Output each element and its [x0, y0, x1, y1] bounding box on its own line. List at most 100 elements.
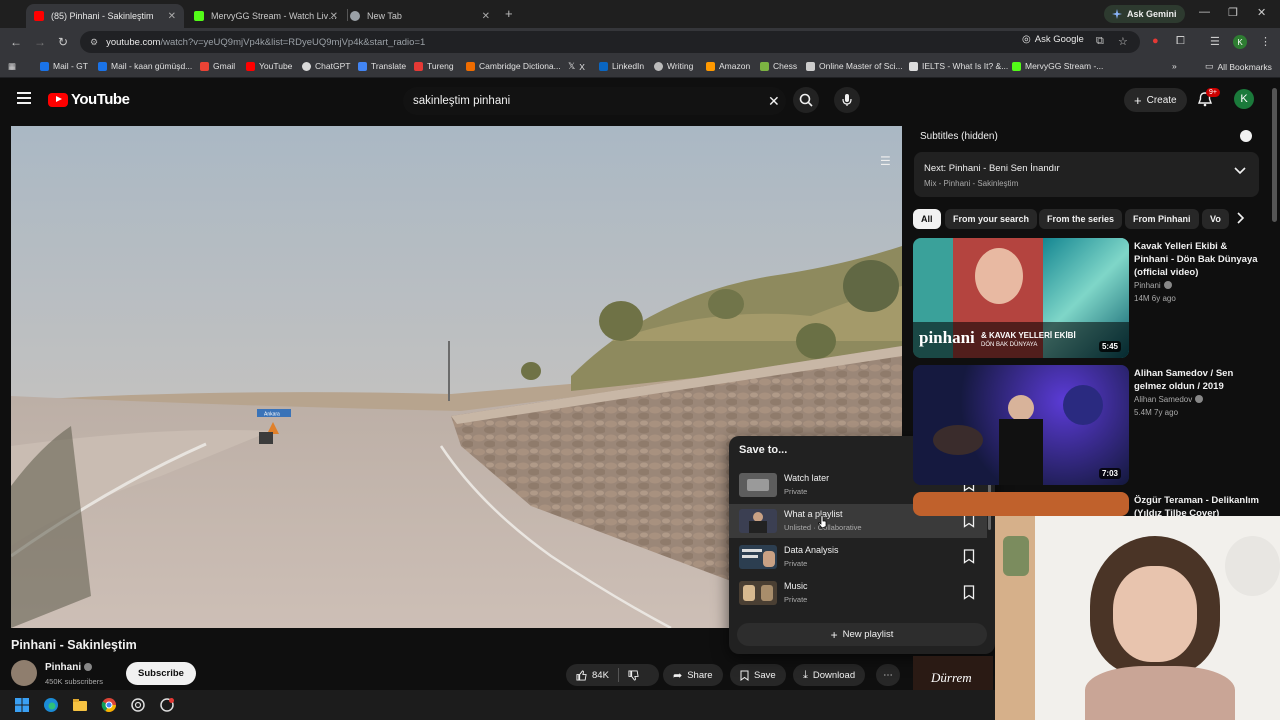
playlist-privacy: Private	[784, 487, 808, 496]
clear-search-icon[interactable]: ✕	[768, 93, 780, 110]
chip-from-the-series[interactable]: From the series	[1039, 209, 1123, 229]
reload-icon[interactable]: ↻	[58, 35, 68, 49]
bookmark-linkedin[interactable]: LinkedIn	[599, 61, 644, 71]
create-button[interactable]: + Create	[1124, 88, 1187, 112]
all-bookmarks-folder[interactable]: ▭ All Bookmarks	[1205, 61, 1272, 72]
youtube-logo[interactable]: YouTube	[48, 91, 130, 108]
chevron-down-icon[interactable]	[1234, 167, 1246, 175]
mix-next-title: Next: Pinhani - Beni Sen İnandır	[924, 163, 1060, 174]
bookmark-translate[interactable]: Translate	[358, 61, 406, 71]
course-icon	[806, 61, 815, 71]
file-explorer-icon[interactable]	[72, 697, 88, 713]
extensions-puzzle-icon[interactable]: ⧠	[1176, 35, 1185, 48]
microphone-icon	[842, 94, 852, 106]
back-arrow-icon[interactable]: ←	[10, 35, 22, 49]
playlist-row-music[interactable]: Music Private	[729, 576, 987, 610]
tab-kick-stream[interactable]: MervyGG Stream - Watch Live o ✕	[186, 4, 346, 28]
site-info-icon[interactable]: ⚙	[90, 37, 98, 48]
channel-name[interactable]: Pinhani	[45, 662, 93, 673]
bookmark-outline-icon[interactable]	[963, 549, 975, 564]
chevron-right-icon[interactable]	[1237, 212, 1245, 224]
reading-list-icon[interactable]: ☰	[1210, 35, 1220, 48]
bookmark-amazon[interactable]: Amazon	[706, 61, 750, 71]
channel-avatar[interactable]	[11, 660, 37, 686]
like-divider	[617, 668, 619, 682]
bookmark-online-master[interactable]: Online Master of Sci...	[806, 61, 903, 71]
video-channel: Pinhani	[1134, 281, 1172, 290]
cast-icon[interactable]: ⧉	[1096, 35, 1104, 48]
address-bar[interactable]: ⚙ youtube.com /watch?v=yeUQ9mjVp4k&list=…	[80, 31, 1140, 53]
video-title: Pinhani - Sakinleştim	[11, 638, 137, 652]
tab-new-tab[interactable]: New Tab ✕	[342, 4, 498, 28]
new-tab-button[interactable]: +	[505, 6, 513, 21]
bookmark-mail-kaan[interactable]: Mail - kaan gümüşd...	[98, 61, 192, 71]
bookmark-mail-gt[interactable]: Mail - GT	[40, 61, 88, 71]
mix-playlist-panel[interactable]: Next: Pinhani - Beni Sen İnandır Mix - P…	[914, 152, 1259, 197]
like-button[interactable]: 84K	[576, 670, 609, 681]
apps-grid-icon[interactable]: ▦	[8, 61, 16, 72]
tab-close-icon[interactable]: ✕	[482, 11, 490, 22]
bookmark-chess[interactable]: Chess	[760, 61, 797, 71]
save-button[interactable]: Save	[730, 664, 786, 686]
bookmark-writing[interactable]: Writing	[654, 61, 693, 71]
windows-start-icon[interactable]	[14, 697, 30, 713]
new-playlist-button[interactable]: + New playlist	[737, 623, 987, 646]
bookmark-tureng[interactable]: Tureng	[414, 61, 454, 71]
download-button[interactable]: ⤓ Download	[793, 664, 866, 686]
ask-gemini-button[interactable]: Ask Gemini	[1104, 5, 1185, 23]
tab-close-icon[interactable]: ✕	[168, 11, 176, 22]
playlist-thumbnail	[739, 509, 777, 533]
subtitles-bar[interactable]: Subtitles (hidden)	[912, 126, 1262, 148]
tab-youtube[interactable]: (85) Pinhani - Sakinleştim ✕	[26, 4, 184, 28]
amazon-icon	[706, 61, 715, 71]
edge-browser-icon[interactable]	[43, 697, 59, 713]
recommendation-item[interactable]: 7:03 Alihan Samedov / Sen gelmez oldun /…	[913, 365, 1263, 485]
new-playlist-label: New playlist	[842, 629, 894, 640]
bookmark-outline-icon[interactable]	[963, 585, 975, 600]
page-scrollbar[interactable]	[1272, 88, 1277, 222]
subscribe-button[interactable]: Subscribe	[126, 662, 196, 685]
video-meta: 14M 6y ago	[1134, 294, 1176, 303]
bookmark-label: MervyGG Stream -...	[1025, 61, 1104, 71]
hamburger-menu-icon[interactable]	[17, 92, 31, 104]
chatgpt-app-icon[interactable]	[130, 697, 146, 713]
playlist-queue-icon[interactable]: ☰	[880, 154, 891, 168]
account-avatar[interactable]: K	[1234, 89, 1254, 109]
webcam-face	[1113, 566, 1197, 662]
chrome-menu-icon[interactable]: ⋮	[1260, 35, 1271, 48]
bookmark-label: ChatGPT	[315, 61, 351, 71]
share-button[interactable]: ➦ Share	[663, 664, 723, 686]
maximize-icon[interactable]: ❐	[1228, 6, 1238, 19]
chip-all[interactable]: All	[913, 209, 941, 229]
verified-badge-icon	[84, 663, 93, 671]
tab-close-icon[interactable]: ✕	[330, 11, 338, 22]
more-bookmarks-chevron-icon[interactable]: »	[1172, 61, 1177, 71]
chrome-profile-avatar[interactable]: K	[1233, 35, 1247, 49]
chip-from-your-search[interactable]: From your search	[945, 209, 1038, 229]
bookmark-gmail[interactable]: Gmail	[200, 61, 235, 71]
thumbs-down-icon[interactable]	[628, 669, 639, 681]
bookmark-cambridge[interactable]: Cambridge Dictiona...	[466, 61, 561, 71]
search-input[interactable]: sakinleştim pinhani	[403, 87, 786, 115]
chrome-icon[interactable]	[101, 697, 117, 713]
recommendation-item[interactable]: pinhani & KAVAK YELLERİ EKİBİ DÖN BAK DÜ…	[913, 238, 1263, 358]
bookmark-x[interactable]: 𝕏X	[568, 61, 585, 72]
chip-overflow[interactable]: Vo	[1202, 209, 1229, 229]
forward-arrow-icon[interactable]: →	[34, 35, 46, 49]
window-close-icon[interactable]: ✕	[1257, 6, 1266, 19]
bookmark-chatgpt[interactable]: ChatGPT	[302, 61, 350, 71]
search-button[interactable]	[793, 87, 819, 113]
voice-search-button[interactable]	[834, 87, 860, 113]
recording-app-icon[interactable]	[159, 697, 175, 713]
bookmark-ielts[interactable]: IELTS - What Is It? &...	[909, 61, 1008, 71]
bookmark-mervygg[interactable]: MervyGG Stream -...	[1012, 61, 1103, 71]
minimize-icon[interactable]: —	[1199, 6, 1210, 18]
more-actions-button[interactable]: ⋯	[876, 664, 900, 686]
chip-from-pinhani[interactable]: From Pinhani	[1125, 209, 1199, 229]
ask-google-button[interactable]: ◎ Ask Google	[1022, 34, 1084, 45]
recommendation-thumbnail-partial[interactable]: Dürrem	[913, 656, 993, 690]
extension-s-icon[interactable]: ●	[1152, 35, 1159, 47]
bookmark-star-icon[interactable]: ☆	[1118, 35, 1128, 48]
bookmark-youtube[interactable]: YouTube	[246, 61, 292, 71]
playlist-row-data-analysis[interactable]: Data Analysis Private	[729, 540, 987, 574]
